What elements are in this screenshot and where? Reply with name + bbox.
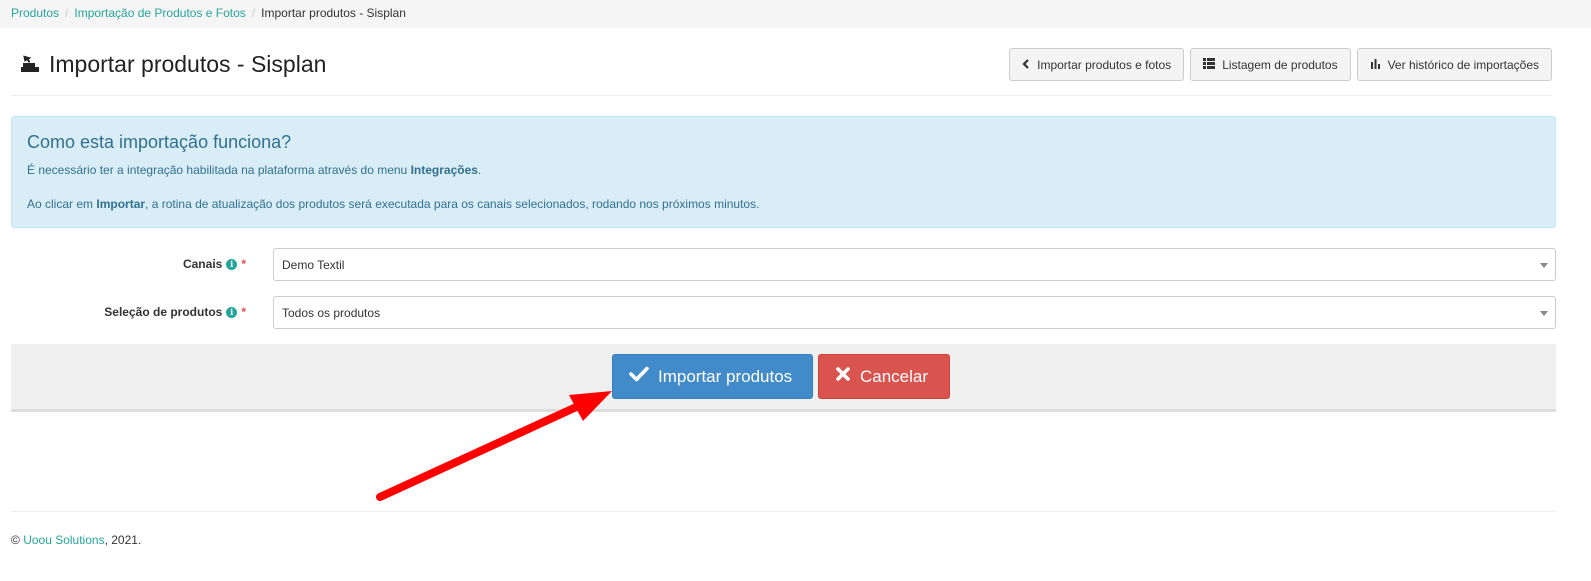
info-icon[interactable]: i bbox=[226, 258, 238, 270]
footer-year: , 2021. bbox=[104, 533, 142, 547]
import-history-label: Ver histórico de importações bbox=[1387, 57, 1539, 72]
alert-line1-text: É necessário ter a integração habilitada… bbox=[27, 163, 411, 177]
import-products-label: Importar produtos bbox=[658, 366, 793, 386]
alert-integracoes-bold: Integrações bbox=[410, 163, 478, 177]
alert-line-import: Ao clicar em Importar, a rotina de atual… bbox=[27, 196, 1540, 212]
page-header: Importar produtos - Sisplan Importar pro… bbox=[11, 28, 1552, 96]
caret-down-icon bbox=[1540, 263, 1548, 268]
breadcrumb-link-importacao[interactable]: Importação de Produtos e Fotos bbox=[74, 6, 245, 20]
canais-selected-value: Demo Textil bbox=[282, 257, 345, 272]
breadcrumb-separator: / bbox=[65, 6, 69, 20]
product-list-button[interactable]: Listagem de produtos bbox=[1190, 48, 1351, 81]
import-icon bbox=[19, 52, 41, 77]
cancel-button[interactable]: Cancelar bbox=[818, 354, 950, 399]
alert-line2-prefix: Ao clicar em bbox=[27, 197, 97, 211]
breadcrumb-link-produtos[interactable]: Produtos bbox=[11, 6, 59, 20]
chevron-left-icon bbox=[1022, 58, 1030, 72]
breadcrumb-current: Importar produtos - Sisplan bbox=[261, 6, 406, 20]
list-icon bbox=[1203, 57, 1216, 72]
header-buttons: Importar produtos e fotos Listagem de pr… bbox=[1009, 48, 1552, 81]
info-alert: Como esta importação funciona? É necessá… bbox=[11, 116, 1556, 228]
selecao-select[interactable]: Todos os produtos bbox=[273, 296, 1556, 329]
breadcrumb-separator: / bbox=[251, 6, 256, 20]
selecao-label-text: Seleção de produtos bbox=[104, 305, 223, 319]
alert-line2-suffix: , a rotina de atualização dos produtos s… bbox=[145, 197, 760, 211]
copyright-symbol: © bbox=[11, 533, 20, 547]
page-title: Importar produtos - Sisplan bbox=[49, 51, 327, 77]
canais-label: Canais i * bbox=[183, 257, 246, 271]
form-row-selecao: Seleção de produtos i * Todos os produto… bbox=[11, 296, 1556, 330]
alert-importar-bold: Importar bbox=[96, 197, 146, 211]
canais-select[interactable]: Demo Textil bbox=[273, 248, 1556, 281]
caret-down-icon bbox=[1540, 311, 1548, 316]
alert-title: Como esta importação funciona? bbox=[27, 132, 292, 152]
form-row-canais: Canais i * Demo Textil bbox=[11, 248, 1556, 282]
form-actions: Importar produtos Cancelar bbox=[11, 344, 1556, 412]
back-to-import-button[interactable]: Importar produtos e fotos bbox=[1009, 48, 1185, 81]
footer: © Uoou Solutions, 2021. bbox=[11, 533, 141, 547]
import-products-button[interactable]: Importar produtos bbox=[612, 354, 813, 399]
cancel-label: Cancelar bbox=[860, 366, 929, 386]
alert-line-integration: É necessário ter a integração habilitada… bbox=[27, 162, 1540, 178]
close-icon bbox=[835, 366, 851, 387]
breadcrumb: Produtos / Importação de Produtos e Fotos /… bbox=[0, 0, 1591, 28]
bar-chart-icon bbox=[1370, 58, 1381, 72]
info-icon[interactable]: i bbox=[226, 306, 238, 318]
company-link[interactable]: Uoou Solutions bbox=[23, 533, 104, 547]
required-asterisk: * bbox=[241, 257, 246, 271]
canais-label-text: Canais bbox=[182, 257, 223, 271]
required-asterisk: * bbox=[241, 305, 246, 319]
check-icon bbox=[629, 366, 649, 387]
page-title-wrapper: Importar produtos - Sisplan bbox=[19, 50, 326, 78]
footer-divider bbox=[11, 511, 1556, 512]
alert-line1-suffix: . bbox=[477, 163, 482, 177]
selecao-label: Seleção de produtos i * bbox=[104, 305, 246, 319]
product-list-label: Listagem de produtos bbox=[1222, 57, 1338, 72]
import-history-button[interactable]: Ver histórico de importações bbox=[1356, 48, 1552, 81]
back-button-label: Importar produtos e fotos bbox=[1037, 57, 1172, 72]
selecao-selected-value: Todos os produtos bbox=[282, 305, 381, 320]
